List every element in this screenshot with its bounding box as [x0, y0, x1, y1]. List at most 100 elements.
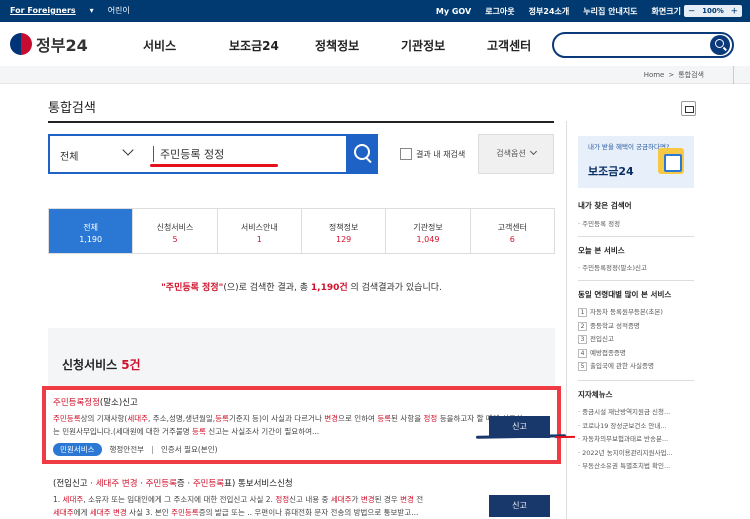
chevron-down-icon[interactable] — [122, 144, 134, 156]
local-news-item[interactable]: · 자동차의무보험과태료 반송분... — [578, 433, 694, 447]
logout-link[interactable]: 로그아웃 — [485, 6, 514, 17]
apply-button[interactable]: 신고 — [489, 495, 550, 517]
tab-service-guide[interactable]: 서비스안내 1 — [217, 209, 302, 253]
result-title[interactable]: (전입신고 · 세대주 변경 · 주민등록증 · 주민등록표) 통보서비스신청 — [53, 477, 523, 489]
peer-popular-item[interactable]: 3 전입신고 — [578, 333, 694, 347]
checkbox-icon[interactable] — [400, 148, 412, 160]
tab-count: 1 — [256, 235, 262, 244]
peer-popular-item[interactable]: 4 예방접종증명 — [578, 347, 694, 361]
divider — [578, 380, 694, 381]
subsidy24-banner[interactable]: 내가 받을 혜택이 궁금하다면? 보조금24 — [578, 136, 694, 188]
top-utility-bar: For Foreigners ▾ 어린이 My GOV 로그아웃 정부24소개 … — [0, 0, 750, 22]
result-item: (전입신고 · 세대주 변경 · 주민등록증 · 주민등록표) 통보서비스신청 … — [53, 477, 523, 519]
search-input[interactable]: 주민등록 정정 — [160, 146, 224, 162]
divider — [152, 445, 153, 454]
recent-search-heading: 내가 찾은 검색어 — [578, 201, 632, 210]
peer-popular-item[interactable]: 2 중등학교 성적증명 — [578, 320, 694, 334]
site-header: 정부24 서비스 보조금24 정책정보 기관정보 고객센터 — [0, 22, 750, 67]
scope-select[interactable]: 전체 — [60, 148, 78, 163]
tab-policy[interactable]: 정책정보 129 — [301, 209, 387, 253]
chevron-down-icon[interactable]: ▾ — [90, 6, 94, 15]
print-icon[interactable] — [681, 101, 696, 116]
tab-label: 신청서비스 — [156, 223, 194, 232]
today-viewed-item[interactable]: · 주민등록정정(말소)신고 — [578, 262, 694, 276]
local-news-item[interactable]: · 코로나19 장성군보건소 안내... — [578, 420, 694, 434]
nav-item-policy[interactable]: 정책정보 — [315, 37, 401, 54]
zoom-stepper[interactable]: － 100% ＋ — [684, 5, 742, 17]
peer-popular-list: 1 자동차 등록원부등본(초본) 2 중등학교 성적증명 3 전입신고 4 예방접종증명… — [578, 306, 694, 374]
gift-box-icon — [658, 148, 684, 174]
local-news-item[interactable]: · 2022년 농지이용관리지원사업... — [578, 447, 694, 461]
tab-count: 5 — [172, 235, 178, 244]
mygov-link[interactable]: My GOV — [436, 7, 471, 16]
breadcrumb-separator: > — [668, 71, 675, 79]
tab-label: 기관정보 — [413, 223, 443, 232]
local-news-list: · 중금시설 재난방역지원금 신청... · 코로나19 장성군보건소 안내..… — [578, 406, 694, 474]
search-within-checkbox[interactable]: 결과 내 재검색 — [400, 148, 465, 160]
local-news-heading: 지자체뉴스 — [578, 390, 613, 399]
zoom-label: 화면크기 — [651, 6, 681, 16]
agency-label: 행정안전부 — [109, 445, 145, 454]
tab-application[interactable]: 신청서비스 5 — [133, 209, 218, 253]
section-title: 신청서비스 5건 — [62, 356, 141, 373]
nav-item-subsidy24[interactable]: 보조금24 — [229, 37, 315, 54]
guide-map-link[interactable]: 누리집 안내지도 — [583, 6, 637, 17]
peer-popular-item[interactable]: 5 출입국에 관한 사실증명 — [578, 360, 694, 374]
result-tabs: 전체 1,190 신청서비스 5 서비스안내 1 정책정보 129 기관정보 1,049 … — [48, 208, 555, 254]
recent-search-list: · 주민등록 정정 — [578, 218, 694, 232]
search-button[interactable] — [346, 134, 378, 174]
divider — [578, 236, 694, 237]
result-title[interactable]: 주민등록정정(말소)신고 — [53, 396, 523, 408]
logo-text: 정부24 — [36, 36, 88, 55]
red-underline-annotation — [150, 164, 278, 167]
local-news-item[interactable]: · 중금시설 재난방역지원금 신청... — [578, 406, 694, 420]
result-tags: 민원서비스 행정안전부 인증서 필요(본인) — [53, 443, 218, 456]
peer-popular-item[interactable]: 1 자동차 등록원부등본(초본) — [578, 306, 694, 320]
page-title: 통합검색 — [48, 101, 96, 116]
tab-label: 전체 — [83, 223, 99, 232]
tab-all[interactable]: 전체 1,190 — [49, 209, 134, 253]
search-within-label: 결과 내 재검색 — [416, 149, 466, 159]
taegeuk-emblem-icon — [10, 33, 32, 55]
tab-support[interactable]: 고객센터 6 — [470, 209, 554, 253]
tab-count: 6 — [509, 235, 515, 244]
tab-count: 129 — [336, 235, 352, 244]
tab-count: 1,049 — [416, 235, 440, 244]
header-search-input[interactable] — [552, 32, 734, 58]
site-logo[interactable]: 정부24 — [10, 32, 88, 56]
search-options-label: 검색옵션 — [496, 149, 526, 158]
result-summary: "주민등록 정정"(으)로 검색한 결과, 총 1,190건 의 검색결과가 있… — [48, 280, 555, 293]
tab-label: 서비스안내 — [240, 223, 278, 232]
result-text: 의 검색결과가 있습니다. — [347, 283, 442, 293]
gov24-intro-link[interactable]: 정부24소개 — [529, 6, 570, 17]
result-total: 1,190건 — [310, 283, 348, 293]
auth-label: 인증서 필요(본인) — [161, 445, 218, 454]
search-options-button[interactable]: 검색옵션 — [478, 134, 554, 174]
divider — [578, 280, 694, 281]
tab-label: 고객센터 — [497, 223, 528, 232]
main-nav: 서비스 보조금24 정책정보 기관정보 고객센터 — [143, 37, 573, 54]
recent-search-item[interactable]: · 주민등록 정정 — [578, 218, 694, 232]
breadcrumb: Home > 통합검색 — [0, 66, 750, 84]
tab-count: 1,190 — [79, 235, 103, 244]
divider — [733, 66, 734, 84]
result-query: "주민등록 정정" — [161, 283, 224, 293]
for-foreigners-link[interactable]: For Foreigners — [10, 6, 76, 15]
text-cursor — [153, 146, 154, 162]
category-badge: 민원서비스 — [53, 443, 102, 456]
tab-agency[interactable]: 기관정보 1,049 — [386, 209, 471, 253]
local-news-item[interactable]: · 부동산소유권 특별조치법 확인... — [578, 460, 694, 474]
breadcrumb-home[interactable]: Home — [644, 71, 665, 79]
nav-item-services[interactable]: 서비스 — [143, 37, 229, 54]
nav-item-agency[interactable]: 기관정보 — [401, 37, 487, 54]
kids-link[interactable]: 어린이 — [108, 5, 130, 16]
search-icon[interactable] — [710, 35, 730, 55]
sidebar-divider — [566, 121, 567, 519]
title-divider — [48, 121, 554, 123]
today-viewed-list: · 주민등록정정(말소)신고 — [578, 262, 694, 276]
underline-annotation — [554, 435, 576, 439]
banner-title: 보조금24 — [588, 165, 634, 178]
section-title-text: 신청서비스 — [62, 358, 118, 372]
result-description: 주민등록상의 기재사항(세대주, 주소,성명,생년월일,등록기준지 등)이 사실… — [53, 414, 523, 436]
chevron-down-icon — [529, 147, 537, 156]
